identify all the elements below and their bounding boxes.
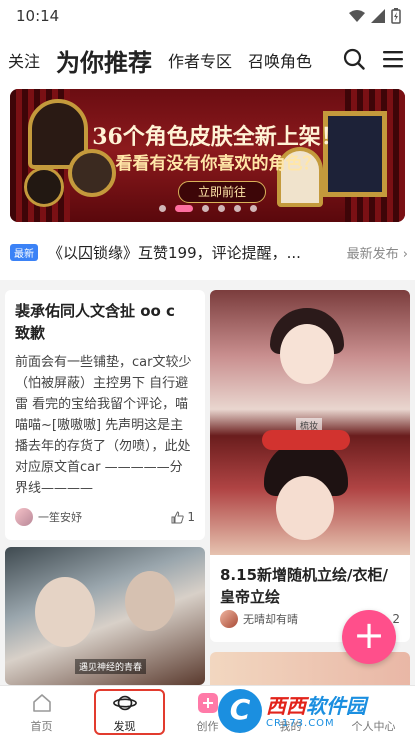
new-badge: 最新: [10, 243, 38, 261]
avatar[interactable]: [15, 508, 33, 526]
watermark-logo: C: [218, 689, 262, 733]
latest-posts-label: 最新发布: [346, 246, 399, 262]
post-image: 梳妆: [210, 290, 410, 555]
portrait-frame: [24, 167, 64, 207]
search-icon[interactable]: [343, 48, 365, 70]
signal-icon: [371, 9, 385, 23]
news-text[interactable]: 《以囚锁缘》互赞199，评论提醒，...: [48, 242, 318, 263]
tab-home-label: 首页: [30, 719, 53, 733]
like-button[interactable]: 2: [392, 612, 400, 626]
carousel-dot[interactable]: [233, 205, 241, 212]
author-name[interactable]: 一笙安妤: [38, 509, 82, 525]
latest-posts-link[interactable]: 最新发布 ›: [347, 243, 408, 262]
battery-icon: [391, 8, 401, 24]
watermark-title: 西西软件园: [266, 694, 366, 718]
character-figure: [125, 571, 175, 631]
character-face: [280, 324, 334, 384]
create-post-button[interactable]: +: [342, 610, 396, 664]
watermark-title-b: 软件园: [306, 693, 366, 718]
like-count: 2: [392, 612, 400, 626]
post-footer: 一笙安妤 1: [15, 508, 195, 526]
like-count: 1: [187, 510, 195, 524]
post-card[interactable]: 裴承佑同人文含扯 oo c 致歉 前面会有一些铺垫，car文较少（怕被屏蔽）主控…: [5, 290, 205, 540]
carousel-dot[interactable]: [158, 205, 166, 212]
banner-subtitle: 看看有没有你喜欢的角色？: [115, 154, 320, 174]
banner-go-button[interactable]: 立即前往: [178, 181, 266, 203]
carousel-dot[interactable]: [217, 205, 225, 212]
status-time: 10:14: [16, 7, 60, 25]
tab-summon-character[interactable]: 召唤角色: [248, 48, 312, 72]
top-nav: 关注 为你推荐 作者专区 召唤角色: [0, 38, 415, 82]
news-ticker[interactable]: 最新 《以囚锁缘》互赞199，评论提醒，... 最新发布 ›: [10, 240, 408, 264]
post-title: 裴承佑同人文含扯 oo c 致歉: [15, 302, 175, 342]
promo-banner[interactable]: 36个角色皮肤全新上架！ 看看有没有你喜欢的角色？ 立即前往: [10, 89, 405, 222]
character-figure: [35, 577, 95, 647]
tab-author-zone[interactable]: 作者专区: [168, 48, 232, 72]
avatar[interactable]: [220, 610, 238, 628]
carousel-dot-active[interactable]: [174, 205, 193, 212]
like-button[interactable]: 1: [171, 510, 195, 524]
post-card[interactable]: 遇见神经的青春: [5, 547, 205, 685]
watermark-url: CR173.COM: [266, 717, 335, 729]
site-watermark: C 西西软件园 CR173.COM: [218, 688, 398, 734]
wifi-icon: [349, 10, 365, 22]
author-name[interactable]: 无晴却有晴: [243, 611, 298, 627]
watermark-title-a: 西西: [266, 693, 306, 718]
post-title: 8.15新增随机立绘/衣柜/皇帝立绘: [220, 566, 388, 606]
post-card[interactable]: 梳妆 8.15新增随机立绘/衣柜/皇帝立绘 无晴却有晴 2: [210, 290, 410, 642]
plus-square-icon: [196, 691, 220, 715]
watermark-text: 西西软件园 CR173.COM: [266, 694, 366, 729]
carousel-dots: [10, 205, 405, 212]
tab-recommended[interactable]: 为你推荐: [56, 43, 152, 78]
character-headdress: [262, 430, 350, 450]
status-icons: [349, 8, 401, 24]
menu-icon[interactable]: [383, 50, 403, 68]
image-caption: 遇见神经的青春: [75, 659, 147, 674]
discover-highlight-box: [94, 689, 165, 735]
home-icon: [30, 691, 54, 715]
chevron-right-icon: ›: [402, 246, 408, 262]
tab-create-label: 创作: [196, 719, 219, 733]
tab-follow[interactable]: 关注: [8, 48, 40, 72]
post-excerpt: 前面会有一些铺垫，car文较少（怕被屏蔽）主控男下 自行避雷 看完的宝给我留个评…: [15, 355, 192, 496]
thumbs-up-icon: [171, 510, 185, 523]
character-face: [276, 476, 334, 540]
carousel-dot[interactable]: [201, 205, 209, 212]
tab-home[interactable]: 首页: [0, 686, 83, 738]
carousel-dot[interactable]: [249, 205, 257, 212]
status-bar: 10:14: [0, 0, 415, 32]
banner-title: 36个角色皮肤全新上架！: [92, 124, 343, 150]
